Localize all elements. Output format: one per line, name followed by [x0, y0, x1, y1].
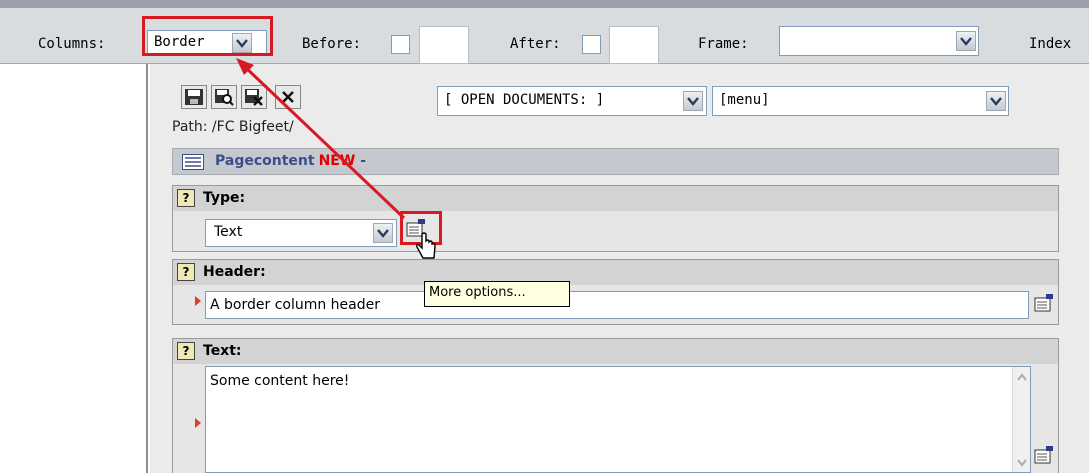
save-close-icon: [245, 89, 263, 106]
columns-label: Columns:: [38, 36, 106, 52]
scroll-up-icon[interactable]: [1016, 371, 1028, 383]
before-checkbox[interactable]: [391, 35, 410, 54]
index-label: Index: [1029, 36, 1072, 52]
header-field-header: ? Header:: [173, 260, 1058, 285]
close-icon: [282, 91, 294, 103]
question-icon[interactable]: ?: [177, 263, 195, 281]
type-label: Type:: [203, 190, 246, 206]
chevron-down-icon[interactable]: [986, 91, 1006, 111]
before-input[interactable]: [419, 26, 469, 64]
highlight-columns: [142, 16, 273, 56]
before-label: Before:: [302, 36, 362, 52]
section-header: Pagecontent NEW -: [172, 148, 1059, 175]
required-marker-icon: [195, 418, 201, 428]
question-icon[interactable]: ?: [177, 342, 195, 360]
after-label: After:: [510, 36, 561, 52]
open-documents-value: [ OPEN DOCUMENTS: ]: [444, 92, 605, 108]
new-badge: NEW: [318, 153, 356, 169]
more-options-icon[interactable]: [1033, 292, 1055, 314]
question-icon[interactable]: ?: [177, 189, 195, 207]
more-options-tooltip: More options...: [424, 281, 570, 307]
save-button[interactable]: [181, 85, 207, 109]
text-label: Text:: [203, 343, 242, 359]
text-field-header: ? Text:: [173, 339, 1058, 364]
type-field-header: ? Type:: [173, 186, 1058, 211]
section-title-text: Pagecontent: [215, 153, 315, 169]
type-select[interactable]: Text: [205, 219, 397, 247]
scroll-down-icon[interactable]: [1016, 457, 1028, 469]
text-textarea[interactable]: Some content here!: [205, 366, 1031, 473]
save-icon: [185, 89, 203, 105]
chevron-down-icon[interactable]: [956, 31, 976, 51]
save-close-button[interactable]: [241, 85, 267, 109]
header-label: Header:: [203, 264, 266, 280]
chevron-down-icon[interactable]: [683, 91, 703, 111]
path-text: Path: /FC Bigfeet/: [172, 119, 294, 135]
frame-label: Frame:: [698, 36, 749, 52]
close-button[interactable]: [275, 85, 301, 109]
header-input-value: A border column header: [210, 297, 381, 313]
frame-select[interactable]: [779, 26, 979, 56]
after-input[interactable]: [609, 26, 659, 64]
menu-select[interactable]: [menu]: [712, 86, 1009, 116]
more-options-icon[interactable]: [1033, 444, 1055, 466]
chevron-down-icon[interactable]: [373, 223, 393, 243]
required-marker-icon: [195, 296, 201, 306]
save-view-button[interactable]: [211, 85, 237, 109]
text-textarea-value: Some content here!: [210, 373, 350, 389]
section-title: Pagecontent NEW -: [215, 153, 366, 169]
open-documents-select[interactable]: [ OPEN DOCUMENTS: ]: [437, 86, 707, 116]
textarea-scrollbar[interactable]: [1012, 367, 1030, 472]
header-input[interactable]: A border column header: [205, 291, 1029, 319]
hand-cursor-icon: [416, 232, 436, 259]
after-checkbox[interactable]: [582, 35, 601, 54]
type-select-value: Text: [214, 224, 243, 240]
page-content-icon: [182, 154, 204, 170]
left-gutter: [0, 64, 148, 473]
top-strip: [0, 0, 1089, 8]
menu-select-value: [menu]: [719, 92, 770, 108]
save-view-icon: [215, 89, 234, 106]
section-suffix: -: [360, 153, 367, 169]
